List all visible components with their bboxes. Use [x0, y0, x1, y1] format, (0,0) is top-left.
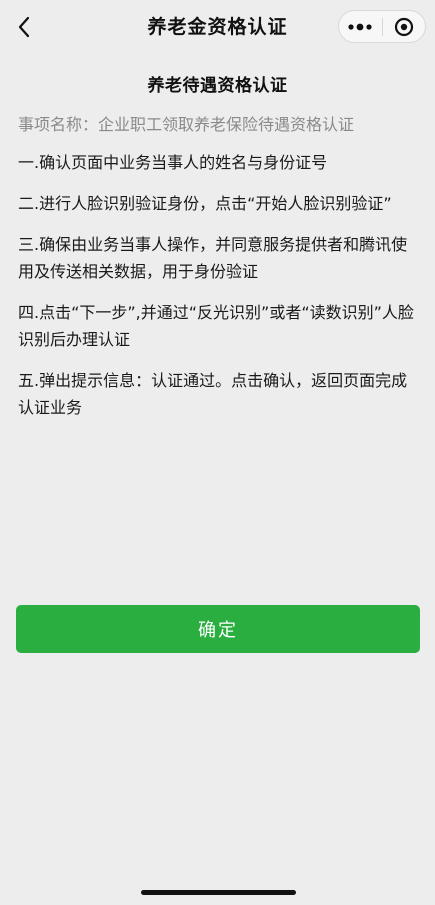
subject-name: 事项名称：企业职工领取养老保险待遇资格认证 — [18, 115, 355, 134]
instruction-step-2: 二.进行人脸识别验证身份，点击“开始人脸识别验证” — [18, 194, 392, 213]
chevron-left-icon — [18, 16, 30, 38]
mini-program-capsule — [338, 10, 426, 43]
home-indicator[interactable] — [141, 890, 296, 895]
instruction-step-5: 五.弹出提示信息：认证通过。点击确认，返回页面完成认证业务 — [18, 371, 408, 417]
navigation-bar: 养老金资格认证 — [0, 0, 435, 54]
more-button[interactable] — [339, 11, 382, 42]
instruction-step-3: 三.确保由业务当事人操作，并同意服务提供者和腾讯使用及传送相关数据，用于身份验证 — [18, 235, 408, 281]
back-button[interactable] — [6, 8, 42, 46]
instruction-list: 一.确认页面中业务当事人的姓名与身份证号 二.进行人脸识别验证身份，点击“开始人… — [18, 149, 417, 421]
main-content: 养老待遇资格认证 事项名称：企业职工领取养老保险待遇资格认证 一.确认页面中业务… — [0, 54, 435, 435]
confirm-button[interactable]: 确定 — [16, 605, 420, 653]
page-title: 养老金资格认证 — [147, 16, 288, 38]
instruction-step-1: 一.确认页面中业务当事人的姓名与身份证号 — [18, 153, 328, 172]
instruction-step-4: 四.点击“下一步”,并通过“反光识别”或者“读数识别”人脸识别后办理认证 — [18, 303, 414, 349]
close-mini-program-button[interactable] — [382, 11, 425, 42]
target-circle-icon — [394, 17, 413, 36]
section-title: 养老待遇资格认证 — [147, 76, 288, 96]
more-dots-icon — [348, 23, 372, 30]
